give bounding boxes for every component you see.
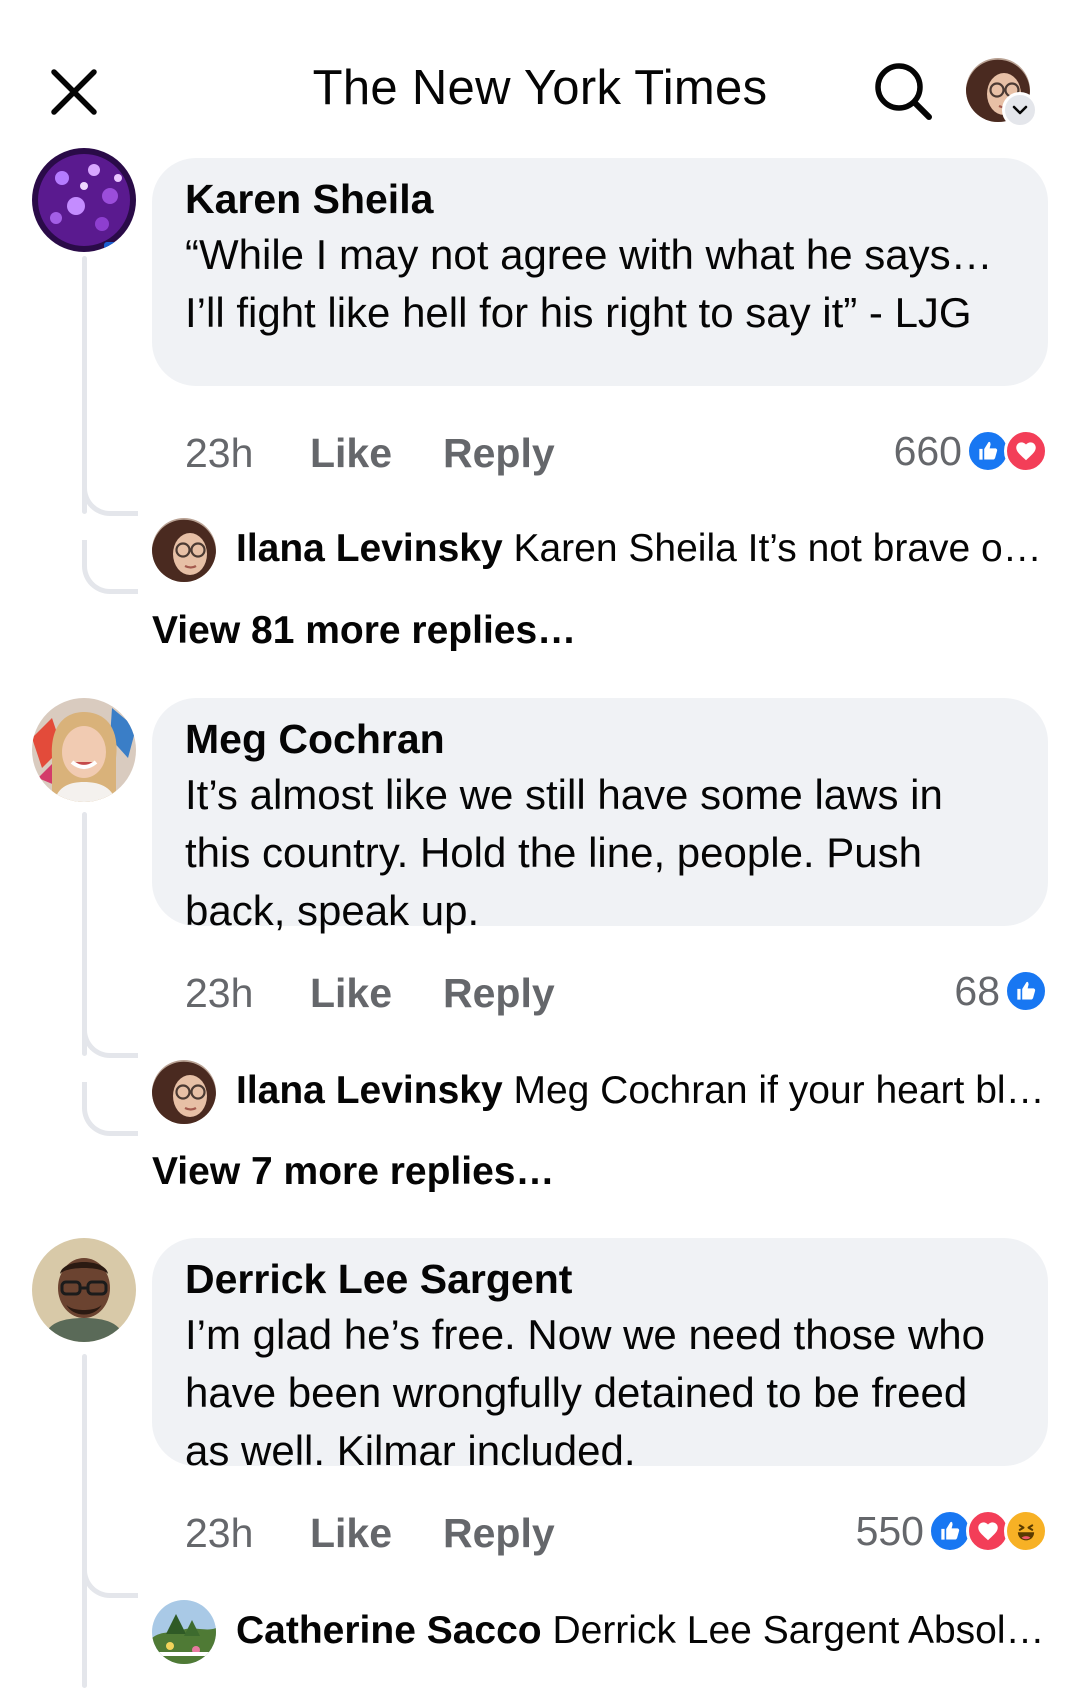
comment-text: It’s almost like we still have some laws… bbox=[185, 771, 943, 934]
thread-connector bbox=[82, 1354, 87, 1688]
love-reaction-icon bbox=[1004, 429, 1048, 473]
comment-text: I’m glad he’s free. Now we need those wh… bbox=[185, 1311, 986, 1474]
reply-preview[interactable]: Catherine Sacco Derrick Lee Sargent Abso… bbox=[152, 1600, 1052, 1664]
thread-branch bbox=[82, 1082, 138, 1136]
avatar[interactable] bbox=[152, 1060, 216, 1124]
reply-button[interactable]: Reply bbox=[443, 1510, 555, 1557]
reply-text: Meg Cochran if your heart ble… bbox=[513, 1069, 1046, 1112]
thread-branch bbox=[82, 470, 138, 516]
reply-text: Derrick Lee Sargent Absolut… bbox=[552, 1609, 1046, 1652]
comment-author[interactable]: Karen Sheila bbox=[185, 172, 1016, 226]
comment-bubble[interactable]: Karen Sheila “While I may not agree with… bbox=[152, 158, 1048, 386]
comment-bubble[interactable]: Meg Cochran It’s almost like we still ha… bbox=[152, 698, 1048, 934]
comment-time[interactable]: 23h bbox=[185, 430, 253, 477]
thread-branch bbox=[82, 1012, 138, 1058]
avatar[interactable] bbox=[152, 1600, 216, 1664]
comment-text: “While I may not agree with what he says… bbox=[185, 231, 993, 336]
reply-author[interactable]: Ilana Levinsky bbox=[236, 1069, 503, 1112]
thread-branch bbox=[82, 540, 138, 594]
comment-time[interactable]: 23h bbox=[185, 1510, 253, 1557]
reaction-summary[interactable]: 68 bbox=[954, 966, 1048, 1016]
reply-preview[interactable]: Ilana Levinsky Meg Cochran if your heart… bbox=[152, 1060, 1052, 1124]
like-reaction-icon bbox=[1004, 969, 1048, 1013]
search-button[interactable] bbox=[870, 58, 936, 124]
comment-time[interactable]: 23h bbox=[185, 970, 253, 1017]
top-bar: The New York Times bbox=[0, 0, 1080, 150]
comment-bubble[interactable]: Derrick Lee Sargent I’m glad he’s free. … bbox=[152, 1238, 1048, 1474]
haha-reaction-icon bbox=[1004, 1509, 1048, 1553]
avatar[interactable] bbox=[32, 698, 136, 802]
avatar[interactable] bbox=[32, 1238, 136, 1342]
comment-author[interactable]: Derrick Lee Sargent bbox=[185, 1252, 1016, 1306]
reply-button[interactable]: Reply bbox=[443, 970, 555, 1017]
thread-branch bbox=[82, 1552, 138, 1598]
search-icon bbox=[875, 63, 932, 120]
comment-author[interactable]: Meg Cochran bbox=[185, 712, 1016, 766]
reaction-count: 660 bbox=[893, 427, 962, 474]
reply-author[interactable]: Catherine Sacco bbox=[236, 1609, 542, 1652]
reaction-count: 550 bbox=[855, 1507, 924, 1554]
like-button[interactable]: Like bbox=[310, 1510, 392, 1557]
view-more-replies-link[interactable]: View 7 more replies… bbox=[152, 1147, 554, 1197]
like-button[interactable]: Like bbox=[310, 430, 392, 477]
reply-preview[interactable]: Ilana Levinsky Karen Sheila It’s not bra… bbox=[152, 518, 1052, 582]
account-menu-button[interactable] bbox=[1002, 92, 1038, 128]
reaction-summary[interactable]: 550 bbox=[856, 1506, 1048, 1556]
chevron-down-icon bbox=[1012, 105, 1028, 115]
avatar[interactable] bbox=[32, 148, 136, 252]
reaction-summary[interactable]: 660 bbox=[894, 426, 1048, 476]
view-more-replies-link[interactable]: View 81 more replies… bbox=[152, 606, 576, 656]
reaction-count: 68 bbox=[954, 967, 1000, 1014]
ukraine-flag-icon bbox=[104, 242, 130, 252]
avatar[interactable] bbox=[152, 518, 216, 582]
reply-author[interactable]: Ilana Levinsky bbox=[236, 527, 503, 570]
reply-button[interactable]: Reply bbox=[443, 430, 555, 477]
reply-text: Karen Sheila It’s not brave or p… bbox=[513, 527, 1046, 570]
like-button[interactable]: Like bbox=[310, 970, 392, 1017]
